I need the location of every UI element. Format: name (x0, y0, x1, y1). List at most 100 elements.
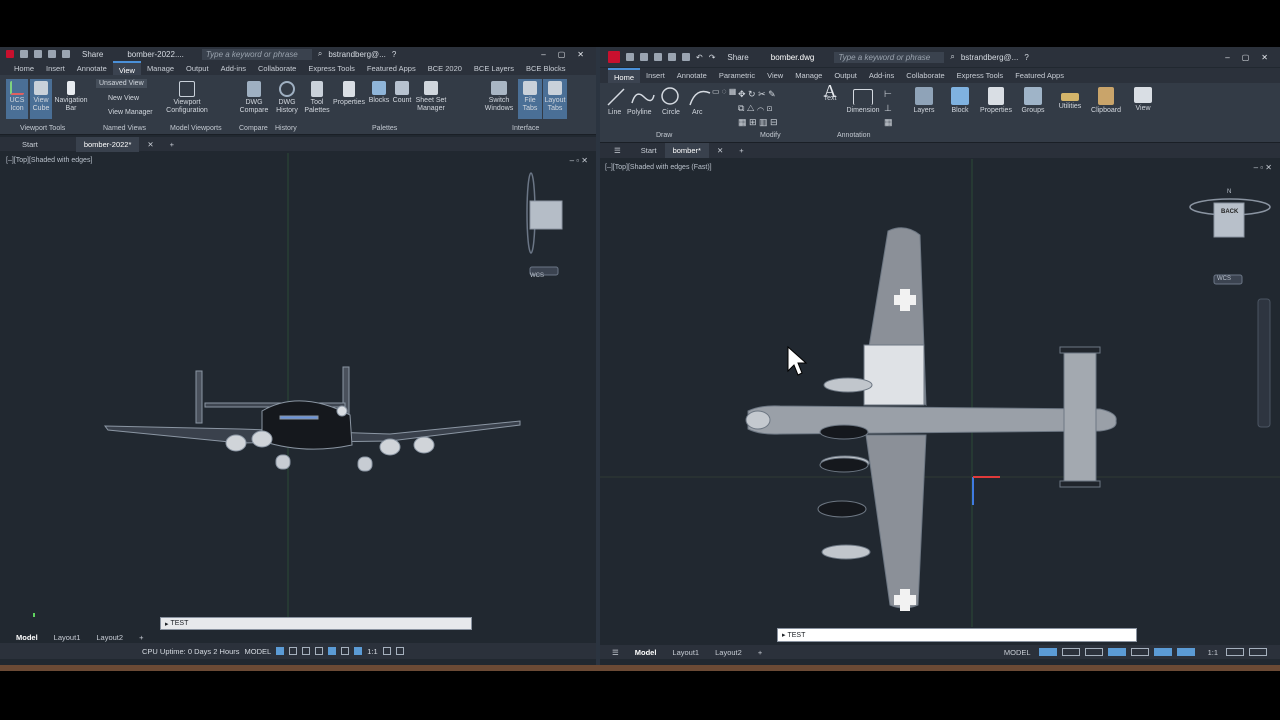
panel-named-views[interactable]: Named Views (103, 125, 146, 132)
osnap-icon[interactable] (328, 647, 337, 655)
polar-icon[interactable] (1107, 648, 1126, 656)
text-button[interactable]: A Text (818, 82, 842, 103)
open-icon[interactable] (640, 53, 648, 61)
file-tabs-button[interactable]: File Tabs (518, 79, 542, 119)
tab-parametric[interactable]: Parametric (713, 68, 761, 83)
blocks-button[interactable]: Blocks (366, 81, 392, 105)
tab-view[interactable]: View (761, 68, 789, 83)
print-icon[interactable] (62, 50, 70, 58)
tab-home[interactable]: Home (608, 68, 641, 83)
sheet-set-manager-button[interactable]: Sheet Set Manager (414, 81, 448, 113)
circle-button[interactable]: Circle (662, 109, 680, 116)
tab-home[interactable]: Home (8, 61, 40, 75)
app-icon[interactable] (6, 50, 14, 58)
view-button[interactable]: View (1130, 87, 1156, 113)
save-as-icon[interactable] (668, 53, 676, 61)
view-cube-button[interactable]: View Cube (30, 79, 52, 119)
ortho-icon[interactable] (302, 647, 311, 655)
dwg-compare-button[interactable]: DWG Compare (238, 81, 270, 115)
panel-palettes[interactable]: Palettes (372, 125, 397, 132)
menu-icon[interactable]: ☰ (604, 648, 627, 657)
tab-output[interactable]: Output (180, 61, 215, 75)
search-icon[interactable]: ⌕ (318, 49, 322, 59)
tab-featured-apps[interactable]: Featured Apps (1009, 68, 1070, 83)
workspace-icon[interactable] (382, 647, 391, 655)
minimize-icon[interactable]: – (1219, 53, 1235, 62)
workspace-icon[interactable] (1226, 648, 1244, 656)
new-icon[interactable] (626, 53, 634, 61)
app-icon[interactable] (608, 51, 620, 63)
tab-manage[interactable]: Manage (789, 68, 828, 83)
save-icon[interactable] (654, 53, 662, 61)
ortho-icon[interactable] (1084, 648, 1103, 656)
model-tab[interactable]: Model (627, 648, 665, 657)
panel-annotation[interactable]: Annotation (837, 132, 870, 139)
bomber-2022-tab[interactable]: bomber-2022* (75, 136, 140, 152)
grid-icon[interactable] (1038, 648, 1057, 656)
open-icon[interactable] (34, 50, 42, 58)
clipboard-button[interactable]: Clipboard (1088, 87, 1124, 115)
tab-annotate[interactable]: Annotate (71, 61, 113, 75)
wcs-label[interactable]: WCS (1217, 276, 1231, 282)
command-input[interactable]: TEST (170, 620, 188, 627)
new-tab-icon[interactable]: + (731, 146, 751, 155)
count-button[interactable]: Count (390, 81, 414, 105)
share-button[interactable]: Share (727, 53, 748, 62)
command-line[interactable]: ▸ TEST (160, 617, 472, 630)
tab-view[interactable]: View (112, 61, 141, 75)
draw-small-tools[interactable]: ▭ ◌ ▦ (712, 87, 736, 96)
right-viewport[interactable]: [–][Top][Shaded with edges (Fast)] – ▫ ✕ (600, 159, 1280, 627)
otrack-icon[interactable] (1153, 648, 1172, 656)
model-tab[interactable]: Model (8, 633, 46, 642)
customize-icon[interactable] (1249, 648, 1267, 656)
grid-icon[interactable] (276, 647, 285, 655)
help-icon[interactable]: ? (392, 50, 396, 59)
tab-manage[interactable]: Manage (141, 61, 180, 75)
polar-icon[interactable] (315, 647, 324, 655)
ucs-icon-button[interactable]: UCS Icon (6, 79, 28, 119)
arc-button[interactable]: Arc (692, 109, 703, 116)
viewport-configuration-button[interactable]: Viewport Configuration (162, 81, 212, 115)
layout1-tab[interactable]: Layout1 (46, 633, 89, 642)
model-space-toggle[interactable]: MODEL (245, 647, 272, 656)
groups-button[interactable]: Groups (1018, 87, 1048, 115)
close-icon[interactable]: ✕ (571, 50, 590, 59)
layout-tabs-button[interactable]: Layout Tabs (543, 79, 567, 119)
wcs-label[interactable]: WCS (530, 273, 544, 279)
search-input[interactable]: Type a keyword or phrase (834, 51, 945, 63)
close-icon[interactable]: ✕ (1255, 53, 1274, 62)
redo-icon[interactable]: ↷ (709, 53, 716, 62)
annotation-tools[interactable]: ⊢ ⊥ ▦ (884, 87, 893, 129)
tab-collaborate[interactable]: Collaborate (900, 68, 950, 83)
switch-windows-button[interactable]: Switch Windows (484, 81, 514, 113)
layers-button[interactable]: Layers (910, 87, 938, 115)
new-view-button[interactable]: New View (108, 95, 139, 102)
customize-icon[interactable] (395, 647, 404, 655)
tab-add-ins[interactable]: Add-ins (863, 68, 900, 83)
left-viewport[interactable]: [–][Top][Shaded with edges] – ▫ ✕ WCS (0, 153, 596, 617)
minimize-icon[interactable]: – (535, 50, 551, 59)
maximize-icon[interactable]: ▢ (552, 50, 572, 59)
tab-collaborate[interactable]: Collaborate (252, 61, 302, 75)
tab-insert[interactable]: Insert (640, 68, 671, 83)
model-space-toggle[interactable]: MODEL (996, 648, 1039, 657)
tab-bce-2020[interactable]: BCE 2020 (422, 61, 468, 75)
command-input[interactable]: TEST (787, 632, 805, 639)
panel-history[interactable]: History (275, 125, 297, 132)
maximize-icon[interactable]: ▢ (1236, 53, 1256, 62)
close-tab-icon[interactable]: ✕ (709, 146, 731, 155)
viewcube-back-face[interactable]: BACK (1221, 209, 1238, 215)
view-manager-button[interactable]: View Manager (108, 109, 153, 116)
help-icon[interactable]: ? (1024, 53, 1028, 62)
snap-icon[interactable] (1061, 648, 1080, 656)
search-input[interactable]: Type a keyword or phrase (201, 48, 312, 60)
start-tab[interactable]: Start (633, 146, 665, 155)
compass-north[interactable]: N (1227, 189, 1231, 195)
user-account[interactable]: bstrandberg@... (961, 53, 1018, 62)
named-view-select[interactable]: Unsaved View (96, 79, 147, 88)
close-tab-icon[interactable]: ✕ (139, 140, 161, 149)
panel-draw[interactable]: Draw (656, 132, 672, 139)
annotation-scale[interactable]: 1:1 (1200, 648, 1226, 657)
otrack-icon[interactable] (341, 647, 350, 655)
new-icon[interactable] (20, 50, 28, 58)
